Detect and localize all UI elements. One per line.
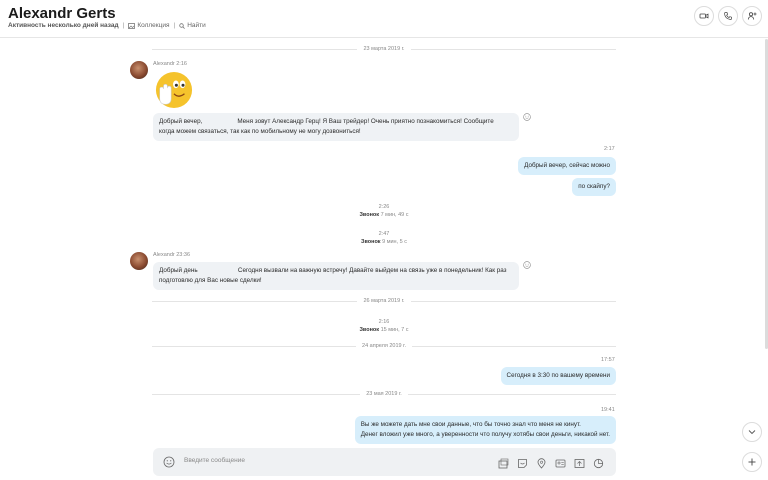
- message-meta: Alexandr 2:16: [153, 61, 187, 67]
- video-camera-icon: [699, 13, 709, 19]
- audio-call-button[interactable]: [718, 6, 738, 26]
- message-text: когда можем связаться, так как по мобиль…: [159, 128, 361, 135]
- divider-line: [411, 345, 616, 347]
- image-gallery-icon[interactable]: [498, 456, 509, 469]
- message-text: Денег вложил уже много, а уверенности чт…: [360, 431, 610, 438]
- avatar[interactable]: [130, 61, 148, 79]
- chevron-down-icon: [748, 430, 756, 435]
- outgoing-message[interactable]: Добрый вечер, сейчас можно: [518, 157, 616, 175]
- composer-tools: [498, 456, 604, 469]
- message-meta: Alexandr 23:36: [153, 252, 190, 258]
- scrollbar[interactable]: [764, 39, 768, 439]
- call-duration: 9 мин, 5 с: [382, 239, 407, 245]
- call-time: 2:26: [378, 204, 390, 210]
- date-label: 26 марта 2019 г.: [363, 298, 405, 304]
- collection-label: Коллекция: [137, 22, 170, 29]
- add-person-icon: [747, 12, 757, 20]
- waving-emoji-icon[interactable]: [155, 71, 193, 109]
- send-file-icon[interactable]: [574, 456, 585, 468]
- call-time: 2:16: [378, 319, 390, 325]
- outgoing-message[interactable]: по скайпу?: [572, 178, 616, 196]
- separator: |: [173, 22, 176, 29]
- contact-card-icon[interactable]: [555, 456, 566, 468]
- find-link[interactable]: Найти: [179, 22, 206, 29]
- outgoing-message[interactable]: Сегодня в 3:30 по вашему времени: [500, 367, 616, 385]
- header-actions: [694, 6, 762, 26]
- divider-line: [152, 300, 358, 302]
- date-label: 23 мая 2019 г.: [366, 391, 402, 397]
- date-divider: 26 марта 2019 г.: [152, 296, 617, 306]
- message-list[interactable]: 23 марта 2019 г. Alexandr 2:16 Добрый ве…: [0, 39, 768, 444]
- phone-icon: [724, 12, 732, 20]
- message-composer[interactable]: Введите сообщение: [153, 448, 616, 476]
- avatar[interactable]: [130, 252, 148, 270]
- call-time: 2:47: [378, 231, 390, 237]
- plus-icon: [748, 458, 756, 466]
- gallery-icon: [128, 22, 136, 29]
- date-divider: 23 марта 2019 г.: [152, 44, 617, 54]
- video-call-button[interactable]: [694, 6, 714, 26]
- sticker-icon[interactable]: [517, 456, 528, 468]
- divider-line: [410, 300, 617, 302]
- message-text: Вы же можете дать мне свои данные, что б…: [360, 421, 581, 428]
- incoming-message[interactable]: Добрый вечер, Меня зовут Александр Герц!…: [153, 113, 519, 141]
- reaction-smiley-icon[interactable]: [523, 261, 531, 269]
- message-text: подготовлю для Вас новые сделки!: [159, 277, 262, 284]
- message-text: Сегодня в 3:30 по вашему времени: [506, 372, 610, 379]
- add-button[interactable]: [742, 452, 762, 472]
- call-label: Звонок: [359, 327, 380, 333]
- search-icon: [179, 22, 186, 29]
- message-text: Добрый вечер, Меня зовут Александр Герц!…: [159, 118, 494, 125]
- message-text: Добрый день Сегодня вызвали на важную вс…: [159, 267, 507, 274]
- divider-line: [410, 48, 617, 50]
- outgoing-message[interactable]: Вы же можете дать мне свои данные, что б…: [354, 416, 616, 444]
- message-time: 19:41: [601, 407, 615, 413]
- divider-line: [152, 48, 358, 50]
- location-pin-icon[interactable]: [536, 456, 547, 469]
- call-event: 2:26 Звонок 7 мин, 49 с: [0, 203, 768, 219]
- date-label: 23 марта 2019 г.: [363, 46, 405, 52]
- contact-name[interactable]: Alexandr Gerts: [8, 5, 116, 22]
- reaction-smiley-icon[interactable]: [523, 113, 531, 121]
- divider-line: [152, 393, 361, 395]
- call-event: 2:47 Звонок 9 мин, 5 с: [0, 230, 768, 246]
- header-subline: Активность несколько дней назад | Коллек…: [8, 22, 206, 29]
- divider-line: [152, 345, 357, 347]
- activity-status: Активность несколько дней назад: [8, 22, 119, 29]
- call-event: 2:16 Звонок 15 мин, 7 с: [0, 318, 768, 334]
- add-people-button[interactable]: [742, 6, 762, 26]
- scroll-to-bottom-button[interactable]: [742, 422, 762, 442]
- call-duration: 7 мин, 49 с: [380, 212, 409, 218]
- poll-icon[interactable]: [593, 456, 604, 469]
- call-label: Звонок: [361, 239, 381, 245]
- emoji-picker-icon[interactable]: [163, 456, 175, 468]
- divider-line: [407, 393, 616, 395]
- date-divider: 24 апреля 2019 г.: [152, 341, 616, 351]
- message-time: 17:57: [601, 357, 615, 363]
- date-label: 24 апреля 2019 г.: [362, 343, 406, 349]
- call-duration: 15 мин, 7 с: [380, 327, 409, 333]
- chat-header: Alexandr Gerts Активность несколько дней…: [0, 0, 768, 38]
- message-time: 2:17: [604, 146, 615, 152]
- message-text: Добрый вечер, сейчас можно: [524, 162, 610, 169]
- call-label: Звонок: [359, 212, 380, 218]
- date-divider: 23 мая 2019 г.: [152, 389, 616, 399]
- message-text: по скайпу?: [578, 183, 610, 190]
- incoming-message[interactable]: Добрый день Сегодня вызвали на важную вс…: [153, 262, 519, 290]
- find-label: Найти: [187, 22, 206, 29]
- message-input[interactable]: Введите сообщение: [184, 457, 245, 464]
- collection-link[interactable]: Коллекция: [128, 22, 170, 29]
- separator: |: [122, 22, 125, 29]
